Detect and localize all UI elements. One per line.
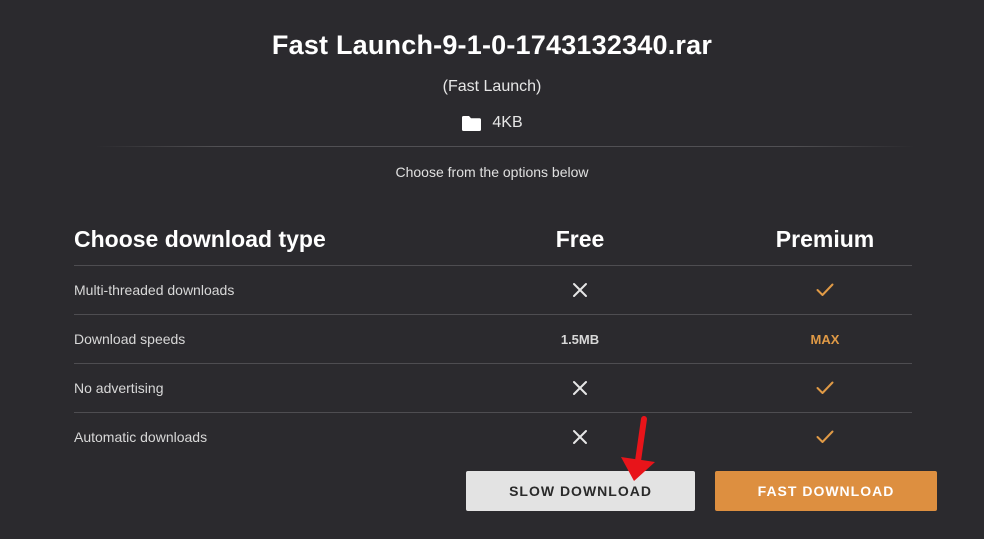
header-label: Choose download type — [74, 226, 326, 252]
file-size-row: 4KB — [0, 114, 984, 132]
table-row: Multi-threaded downloads — [74, 266, 912, 315]
file-subtitle: (Fast Launch) — [442, 78, 542, 95]
check-icon — [816, 283, 834, 296]
table-row: No advertising — [74, 364, 912, 413]
row-label: Multi-threaded downloads — [74, 282, 235, 298]
folder-icon — [462, 115, 482, 131]
table-header: Choose download type Free Premium — [74, 218, 912, 266]
free-cell: 1.5MB — [480, 315, 680, 363]
divider — [95, 146, 915, 147]
download-page: Fast Launch-9-1-0-1743132340.rar (Fast L… — [0, 0, 984, 539]
table-row: Download speeds 1.5MB MAX — [74, 315, 912, 364]
file-title: Fast Launch-9-1-0-1743132340.rar — [271, 30, 713, 60]
premium-cell — [725, 266, 925, 314]
header-premium: Premium — [775, 226, 875, 252]
premium-cell: MAX — [725, 315, 925, 363]
row-label: No advertising — [74, 380, 164, 396]
premium-cell — [725, 364, 925, 412]
row-label: Automatic downloads — [74, 429, 208, 445]
download-type-table: Choose download type Free Premium Multi-… — [74, 218, 912, 461]
header-free: Free — [555, 226, 605, 252]
fast-download-button[interactable]: FAST DOWNLOAD — [715, 471, 937, 511]
x-icon — [573, 283, 587, 297]
premium-speed-value: MAX — [810, 331, 840, 347]
free-cell — [480, 266, 680, 314]
free-speed-value: 1.5MB — [560, 331, 600, 347]
file-size: 4KB — [492, 114, 523, 131]
check-icon — [816, 381, 834, 394]
free-cell — [480, 364, 680, 412]
choose-options-text: Choose from the options below — [395, 164, 589, 180]
check-icon — [816, 430, 834, 443]
row-label: Download speeds — [74, 331, 186, 347]
premium-cell — [725, 413, 925, 461]
slow-download-button[interactable]: SLOW DOWNLOAD — [466, 471, 695, 511]
x-icon — [573, 430, 587, 444]
x-icon — [573, 381, 587, 395]
free-cell — [480, 413, 680, 461]
table-row: Automatic downloads — [74, 413, 912, 461]
